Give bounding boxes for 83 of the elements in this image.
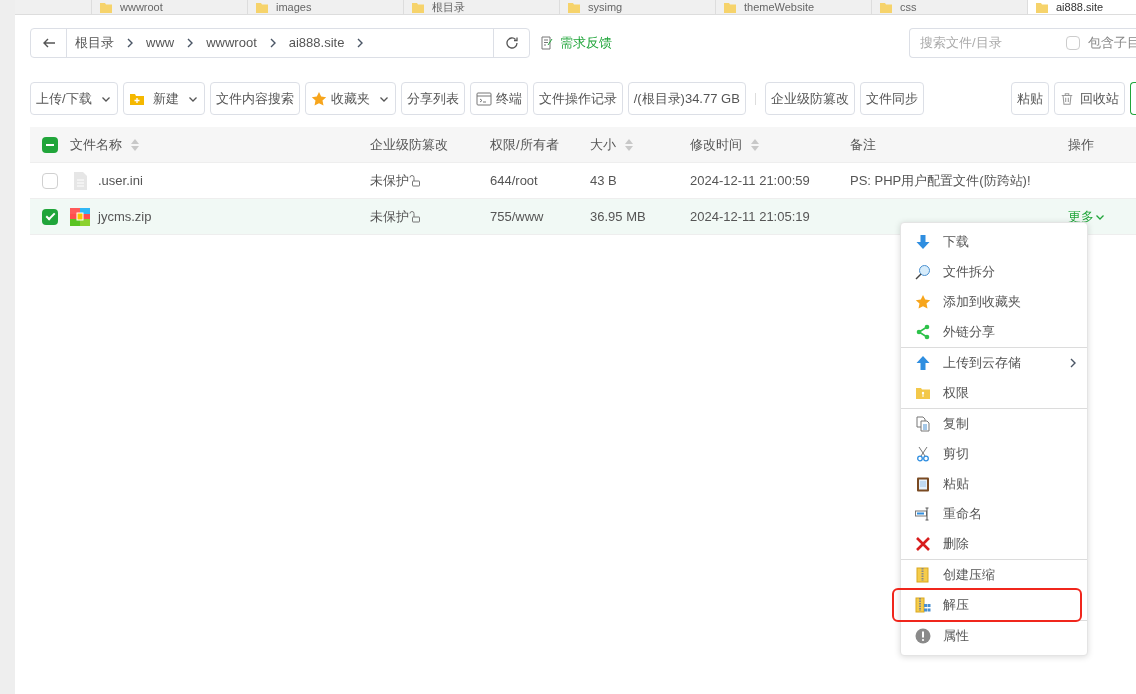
close-icon bbox=[915, 536, 931, 552]
zipper-file-icon bbox=[915, 597, 931, 613]
breadcrumb-item[interactable]: www bbox=[146, 33, 175, 53]
toolbar-button[interactable]: 文件操作记录 bbox=[532, 82, 623, 115]
folder-tab[interactable]: ai888.site bbox=[1027, 0, 1136, 14]
table-cell-text: 未保护 bbox=[370, 207, 409, 226]
menu-item[interactable]: 解压 bbox=[894, 590, 1080, 620]
breadcrumb-item[interactable]: ai888.site bbox=[288, 33, 345, 53]
note-icon bbox=[540, 36, 554, 50]
folder-key-icon bbox=[915, 385, 931, 401]
file-name[interactable]: .user.ini bbox=[98, 170, 143, 191]
folder-icon bbox=[568, 2, 580, 13]
share-icon bbox=[915, 324, 931, 340]
menu-item[interactable]: 复制 bbox=[901, 409, 1087, 439]
column-header[interactable]: 修改时间 bbox=[690, 134, 742, 155]
folder-icon bbox=[100, 2, 112, 13]
breadcrumb-item[interactable]: wwwroot bbox=[206, 33, 257, 53]
toolbar-button[interactable]: 文件同步 bbox=[859, 82, 924, 115]
menu-item[interactable]: 权限 bbox=[901, 378, 1087, 408]
unlock-icon[interactable] bbox=[409, 210, 421, 223]
arrow-up-icon bbox=[915, 355, 931, 371]
zipper-file-icon bbox=[915, 567, 931, 583]
menu-item[interactable]: 文件拆分 bbox=[901, 257, 1087, 287]
menu-item[interactable]: 粘贴 bbox=[901, 469, 1087, 499]
file-name[interactable]: jycms.zip bbox=[98, 206, 152, 227]
menu-item[interactable]: 删除 bbox=[901, 529, 1087, 559]
breadcrumb-item[interactable]: 根目录 bbox=[75, 33, 114, 53]
table-cell: 2024-12-11 21:00:59 bbox=[690, 172, 810, 188]
toolbar-button[interactable]: 粘贴 bbox=[1011, 82, 1049, 115]
column-header[interactable]: 大小 bbox=[590, 134, 616, 155]
toolbar-button[interactable]: 企业级防篡改 bbox=[764, 82, 855, 115]
table-cell: 2024-12-11 21:05:19 bbox=[690, 208, 810, 224]
table-cell[interactable]: 644/root bbox=[490, 172, 538, 188]
star-icon bbox=[915, 294, 931, 310]
toolbar-button[interactable]: 分享列表 bbox=[400, 82, 465, 115]
menu-item[interactable]: 属性 bbox=[901, 621, 1087, 651]
folder-icon bbox=[1036, 2, 1048, 13]
toolbar-button[interactable]: 终端 bbox=[469, 82, 528, 115]
trash-icon bbox=[1060, 91, 1074, 106]
table-cell: PS: PHP用户配置文件(防跨站)! bbox=[850, 172, 1031, 188]
table-cell: 43 B bbox=[590, 172, 617, 188]
checkbox[interactable] bbox=[1066, 36, 1080, 50]
clipboard-icon bbox=[915, 476, 931, 492]
terminal-icon bbox=[475, 90, 492, 107]
checkbox[interactable] bbox=[42, 136, 58, 153]
text-cursor-icon bbox=[915, 506, 931, 522]
menu-item[interactable]: 添加到收藏夹 bbox=[901, 287, 1087, 317]
toolbar-button[interactable]: 收藏夹 bbox=[304, 82, 396, 115]
toolbar-button[interactable]: /(根目录)34.77 GB bbox=[627, 82, 746, 115]
folder-icon bbox=[256, 2, 268, 13]
menu-item[interactable]: 创建压缩 bbox=[901, 560, 1087, 590]
checkbox[interactable] bbox=[42, 208, 58, 225]
magnifier-icon bbox=[915, 264, 931, 280]
menu-item[interactable]: 重命名 bbox=[901, 499, 1087, 529]
table-cell[interactable]: 755/www bbox=[490, 208, 544, 224]
copy-icon bbox=[915, 416, 931, 432]
column-header: 备注 bbox=[850, 135, 876, 154]
folder-icon bbox=[880, 2, 892, 13]
archive-icon bbox=[70, 206, 90, 227]
refresh-icon bbox=[504, 36, 519, 50]
table-cell: 36.95 MB bbox=[590, 208, 646, 224]
column-header: 操作 bbox=[1068, 135, 1094, 154]
menu-item[interactable]: 下载 bbox=[901, 227, 1087, 257]
menu-item[interactable]: 上传到云存储 bbox=[901, 348, 1087, 378]
folder-icon bbox=[724, 2, 736, 13]
unlock-icon[interactable] bbox=[409, 174, 421, 187]
scissors-icon bbox=[915, 446, 931, 462]
toolbar-button[interactable]: 新建 bbox=[122, 82, 205, 115]
menu-item[interactable]: 外链分享 bbox=[901, 317, 1087, 347]
table-cell-text: 未保护 bbox=[370, 171, 409, 190]
folder-icon bbox=[412, 2, 424, 13]
menu-item[interactable]: 剪切 bbox=[901, 439, 1087, 469]
toolbar-button[interactable]: 文件内容搜索 bbox=[209, 82, 300, 115]
arrow-left-icon bbox=[41, 36, 56, 50]
exclamation-icon bbox=[915, 628, 931, 644]
column-header: 权限/所有者 bbox=[490, 135, 559, 154]
star-icon bbox=[310, 90, 327, 107]
checkbox[interactable] bbox=[42, 172, 58, 189]
column-header[interactable]: 文件名称 bbox=[70, 134, 122, 155]
arrow-down-icon bbox=[915, 234, 931, 250]
toolbar-button[interactable]: 上传/下载 bbox=[30, 82, 118, 115]
column-header: 企业级防篡改 bbox=[370, 135, 448, 154]
toolbar-button[interactable]: 回收站 bbox=[1054, 82, 1125, 115]
